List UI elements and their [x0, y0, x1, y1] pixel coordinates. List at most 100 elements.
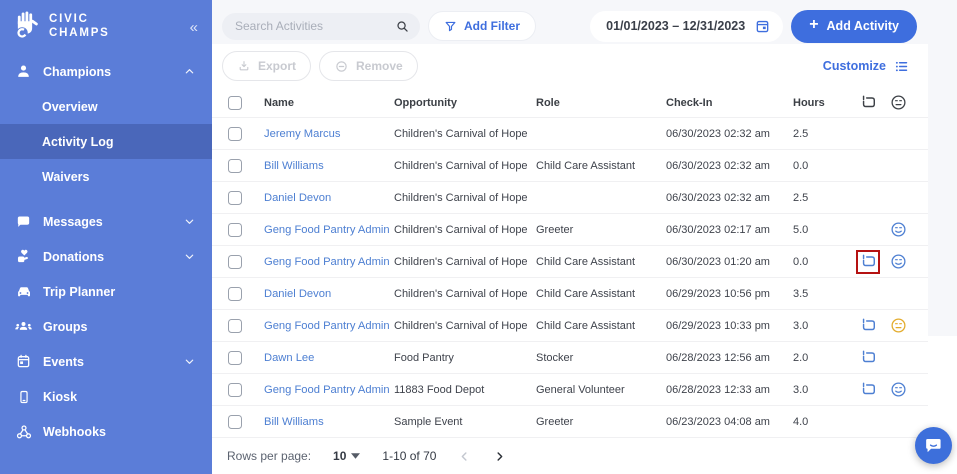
- hours-cell: 3.0: [793, 320, 853, 332]
- chevron-icon: [184, 216, 195, 227]
- remove-button[interactable]: Remove: [319, 51, 418, 81]
- opportunity-cell: Children's Carnival of Hope: [394, 320, 536, 332]
- search-box: [222, 13, 420, 40]
- logo-text: CIVIC CHAMPS: [49, 13, 110, 41]
- hours-cell: 0.0: [793, 256, 853, 268]
- next-page-button[interactable]: [493, 450, 506, 463]
- flag-column-header-icon: [853, 94, 883, 111]
- sidebar-item-groups[interactable]: Groups: [0, 309, 212, 344]
- hours-cell: 2.5: [793, 192, 853, 204]
- happy-smiley-icon[interactable]: [890, 381, 907, 398]
- customize-button[interactable]: Customize: [819, 51, 913, 81]
- previous-page-button[interactable]: [458, 450, 471, 463]
- hours-cell: 2.5: [793, 128, 853, 140]
- happy-smiley-icon[interactable]: [890, 253, 907, 270]
- checkin-cell: 06/30/2023 02:32 am: [666, 128, 793, 140]
- volunteer-name-link[interactable]: Geng Food Pantry Admin: [264, 256, 394, 268]
- happy-smiley-icon[interactable]: [890, 221, 907, 238]
- row-checkbox[interactable]: [228, 287, 242, 301]
- sidebar-item-trip-planner[interactable]: Trip Planner: [0, 274, 212, 309]
- row-checkbox[interactable]: [228, 255, 242, 269]
- add-filter-button[interactable]: Add Filter: [428, 11, 536, 41]
- flag-icon[interactable]: [860, 349, 877, 366]
- search-icon[interactable]: [395, 19, 410, 34]
- sidebar-item-donations[interactable]: Donations: [0, 239, 212, 274]
- volunteer-name-link[interactable]: Bill Williams: [264, 416, 394, 428]
- chevron-icon: [184, 251, 195, 262]
- add-activity-button[interactable]: + Add Activity: [791, 10, 917, 43]
- row-checkbox[interactable]: [228, 223, 242, 237]
- row-checkbox[interactable]: [228, 159, 242, 173]
- role-cell: Child Care Assistant: [536, 288, 666, 300]
- date-range-picker[interactable]: 01/01/2023 – 12/31/2023: [590, 11, 783, 42]
- date-range-value: 01/01/2023 – 12/31/2023: [606, 19, 745, 33]
- sidebar-subitem-label: Waivers: [42, 170, 89, 184]
- sidebar-collapse-icon[interactable]: «: [190, 19, 198, 36]
- export-button[interactable]: Export: [222, 51, 311, 81]
- row-checkbox[interactable]: [228, 191, 242, 205]
- hours-cell: 5.0: [793, 224, 853, 236]
- list-icon: [894, 59, 909, 74]
- column-header-checkin: Check-In: [666, 97, 793, 109]
- flag-cell: [853, 250, 883, 274]
- flag-icon-annotated[interactable]: [856, 250, 880, 274]
- select-all-checkbox[interactable]: [228, 96, 242, 110]
- row-checkbox[interactable]: [228, 415, 242, 429]
- smiley-cell: [883, 317, 913, 334]
- rows-per-page-select[interactable]: 10: [333, 449, 360, 463]
- sidebar-subitem-waivers[interactable]: Waivers: [0, 159, 212, 194]
- flag-icon[interactable]: [860, 317, 877, 334]
- table-row: Geng Food Pantry Admin Children's Carniv…: [212, 214, 928, 246]
- row-checkbox[interactable]: [228, 127, 242, 141]
- sidebar-subitem-activity-log[interactable]: Activity Log: [0, 124, 212, 159]
- checkin-cell: 06/30/2023 02:32 am: [666, 160, 793, 172]
- column-header-hours: Hours: [793, 97, 853, 109]
- volunteer-name-link[interactable]: Bill Williams: [264, 160, 394, 172]
- role-cell: Child Care Assistant: [536, 256, 666, 268]
- row-checkbox[interactable]: [228, 319, 242, 333]
- opportunity-cell: Sample Event: [394, 416, 536, 428]
- opportunity-cell: Children's Carnival of Hope: [394, 256, 536, 268]
- volunteer-name-link[interactable]: Geng Food Pantry Admin: [264, 320, 394, 332]
- volunteer-name-link[interactable]: Dawn Lee: [264, 352, 394, 364]
- donations-hand-heart-icon: [14, 248, 33, 265]
- checkin-cell: 06/30/2023 02:32 am: [666, 192, 793, 204]
- calendar-icon: [754, 18, 771, 35]
- flag-icon[interactable]: [860, 381, 877, 398]
- volunteer-name-link[interactable]: Jeremy Marcus: [264, 128, 394, 140]
- kiosk-phone-icon: [14, 389, 33, 405]
- main-content: Add Filter 01/01/2023 – 12/31/2023 + Add…: [212, 0, 957, 474]
- row-checkbox[interactable]: [228, 351, 242, 365]
- sidebar-item-champions[interactable]: Champions: [0, 54, 212, 89]
- messages-chat-icon: [14, 213, 33, 230]
- neutral-smiley-icon[interactable]: [890, 317, 907, 334]
- table-row: Geng Food Pantry Admin Children's Carniv…: [212, 246, 928, 278]
- volunteer-name-link[interactable]: Geng Food Pantry Admin: [264, 384, 394, 396]
- table-row: Bill Williams Sample Event Greeter 06/23…: [212, 406, 928, 438]
- pagination-bar: Rows per page: 10 1-10 of 70: [212, 438, 928, 474]
- dropdown-arrow-icon: [351, 453, 360, 459]
- table-header-row: Name Opportunity Role Check-In Hours: [212, 88, 928, 118]
- sidebar: CIVIC CHAMPS « Champions Overview Activi…: [0, 0, 212, 474]
- volunteer-name-link[interactable]: Daniel Devon: [264, 288, 394, 300]
- sidebar-item-label: Kiosk: [43, 390, 77, 404]
- groups-people-icon: [14, 317, 33, 336]
- minus-circle-icon: [334, 59, 349, 74]
- row-checkbox[interactable]: [228, 383, 242, 397]
- volunteer-name-link[interactable]: Daniel Devon: [264, 192, 394, 204]
- sidebar-item-messages[interactable]: Messages: [0, 204, 212, 239]
- search-input[interactable]: [235, 19, 395, 33]
- chevron-icon: [184, 356, 195, 367]
- sidebar-item-kiosk[interactable]: Kiosk: [0, 379, 212, 414]
- sidebar-item-label: Messages: [43, 215, 103, 229]
- chat-bubble-icon: [923, 435, 944, 456]
- logo: CIVIC CHAMPS «: [0, 0, 212, 54]
- rows-per-page-label: Rows per page:: [227, 449, 311, 463]
- sidebar-item-webhooks[interactable]: Webhooks: [0, 414, 212, 449]
- chat-launcher-button[interactable]: [915, 427, 952, 464]
- table-row: Daniel Devon Children's Carnival of Hope…: [212, 278, 928, 310]
- volunteer-name-link[interactable]: Geng Food Pantry Admin: [264, 224, 394, 236]
- role-cell: Child Care Assistant: [536, 160, 666, 172]
- sidebar-item-events[interactable]: Events: [0, 344, 212, 379]
- sidebar-subitem-overview[interactable]: Overview: [0, 89, 212, 124]
